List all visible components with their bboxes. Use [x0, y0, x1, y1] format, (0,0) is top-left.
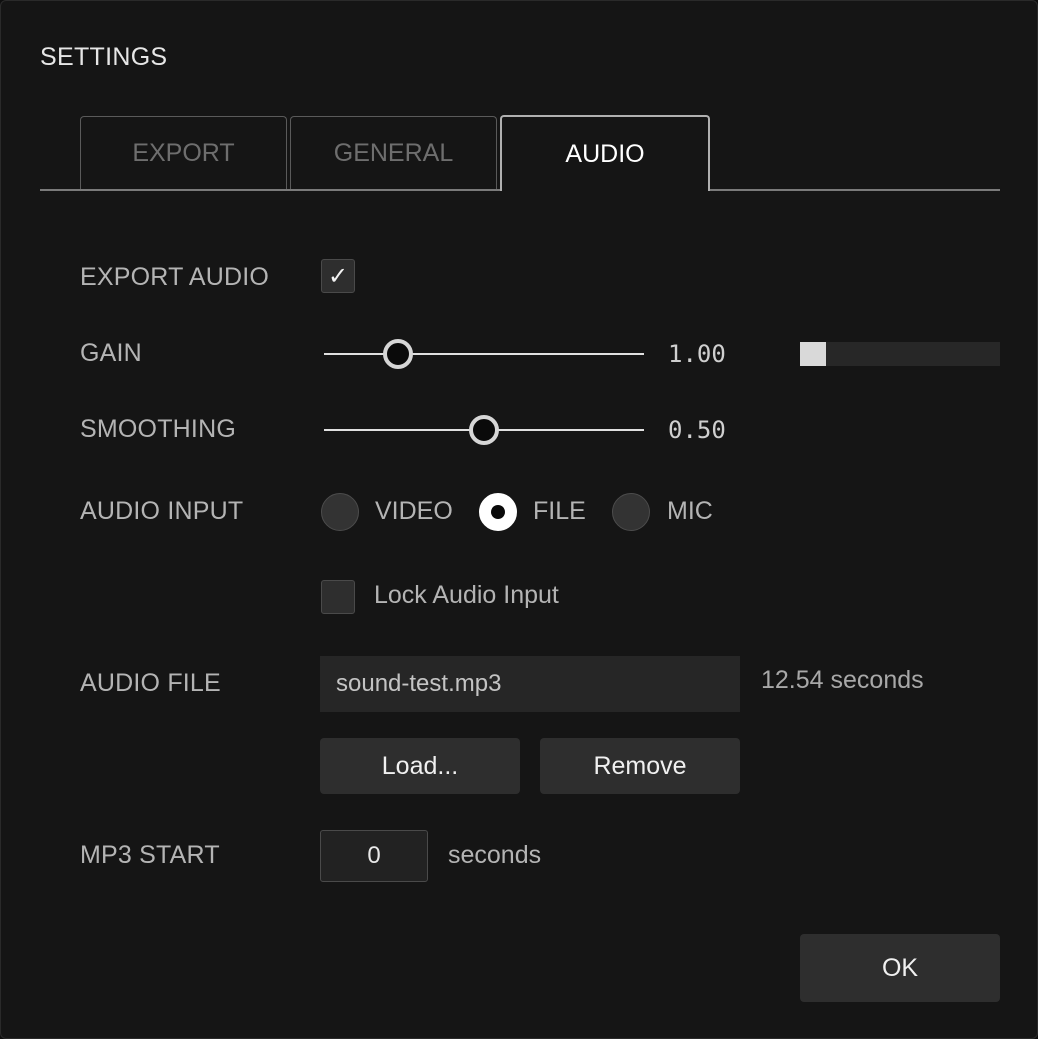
tab-general[interactable]: GENERAL — [290, 116, 497, 189]
lock-audio-input-checkbox[interactable] — [321, 580, 355, 614]
ok-button[interactable]: OK — [800, 934, 1000, 1002]
radio-file[interactable] — [479, 493, 517, 531]
audio-file-label: AUDIO FILE — [80, 669, 221, 697]
checkmark-icon: ✓ — [327, 262, 349, 290]
gain-value: 1.00 — [668, 340, 726, 368]
gain-slider-knob[interactable] — [382, 339, 413, 369]
radio-file-label[interactable]: FILE — [533, 497, 586, 526]
export-audio-checkbox[interactable]: ✓ — [321, 259, 355, 293]
radio-video-label[interactable]: VIDEO — [375, 497, 453, 526]
radio-mic-label[interactable]: MIC — [667, 497, 713, 526]
smoothing-label: SMOOTHING — [80, 415, 236, 443]
load-button[interactable]: Load... — [320, 738, 520, 794]
gain-slider[interactable] — [324, 339, 644, 369]
export-audio-label: EXPORT AUDIO — [80, 263, 270, 291]
audio-input-label: AUDIO INPUT — [80, 497, 244, 525]
audio-filename-field[interactable]: sound-test.mp3 — [320, 656, 740, 712]
lock-audio-input-label[interactable]: Lock Audio Input — [374, 581, 559, 610]
mp3-start-unit: seconds — [448, 841, 542, 869]
smoothing-slider[interactable] — [324, 415, 644, 445]
smoothing-slider-knob[interactable] — [469, 415, 499, 445]
gain-slider-track — [324, 353, 644, 355]
tab-export[interactable]: EXPORT — [80, 116, 287, 189]
mp3-start-label: MP3 START — [80, 841, 220, 869]
mp3-start-input[interactable]: 0 — [320, 830, 428, 882]
audio-duration: 12.54 seconds — [761, 666, 924, 694]
radio-video[interactable] — [321, 493, 359, 531]
gain-level-fill — [800, 342, 826, 366]
remove-button[interactable]: Remove — [540, 738, 740, 794]
smoothing-value: 0.50 — [668, 416, 726, 444]
radio-mic[interactable] — [612, 493, 650, 531]
tab-audio[interactable]: AUDIO — [500, 115, 710, 191]
settings-dialog: SETTINGS EXPORT GENERAL AUDIO EXPORT AUD… — [0, 0, 1038, 1039]
gain-label: GAIN — [80, 339, 142, 367]
gain-level-meter — [800, 342, 1000, 366]
dialog-title: SETTINGS — [40, 43, 168, 71]
